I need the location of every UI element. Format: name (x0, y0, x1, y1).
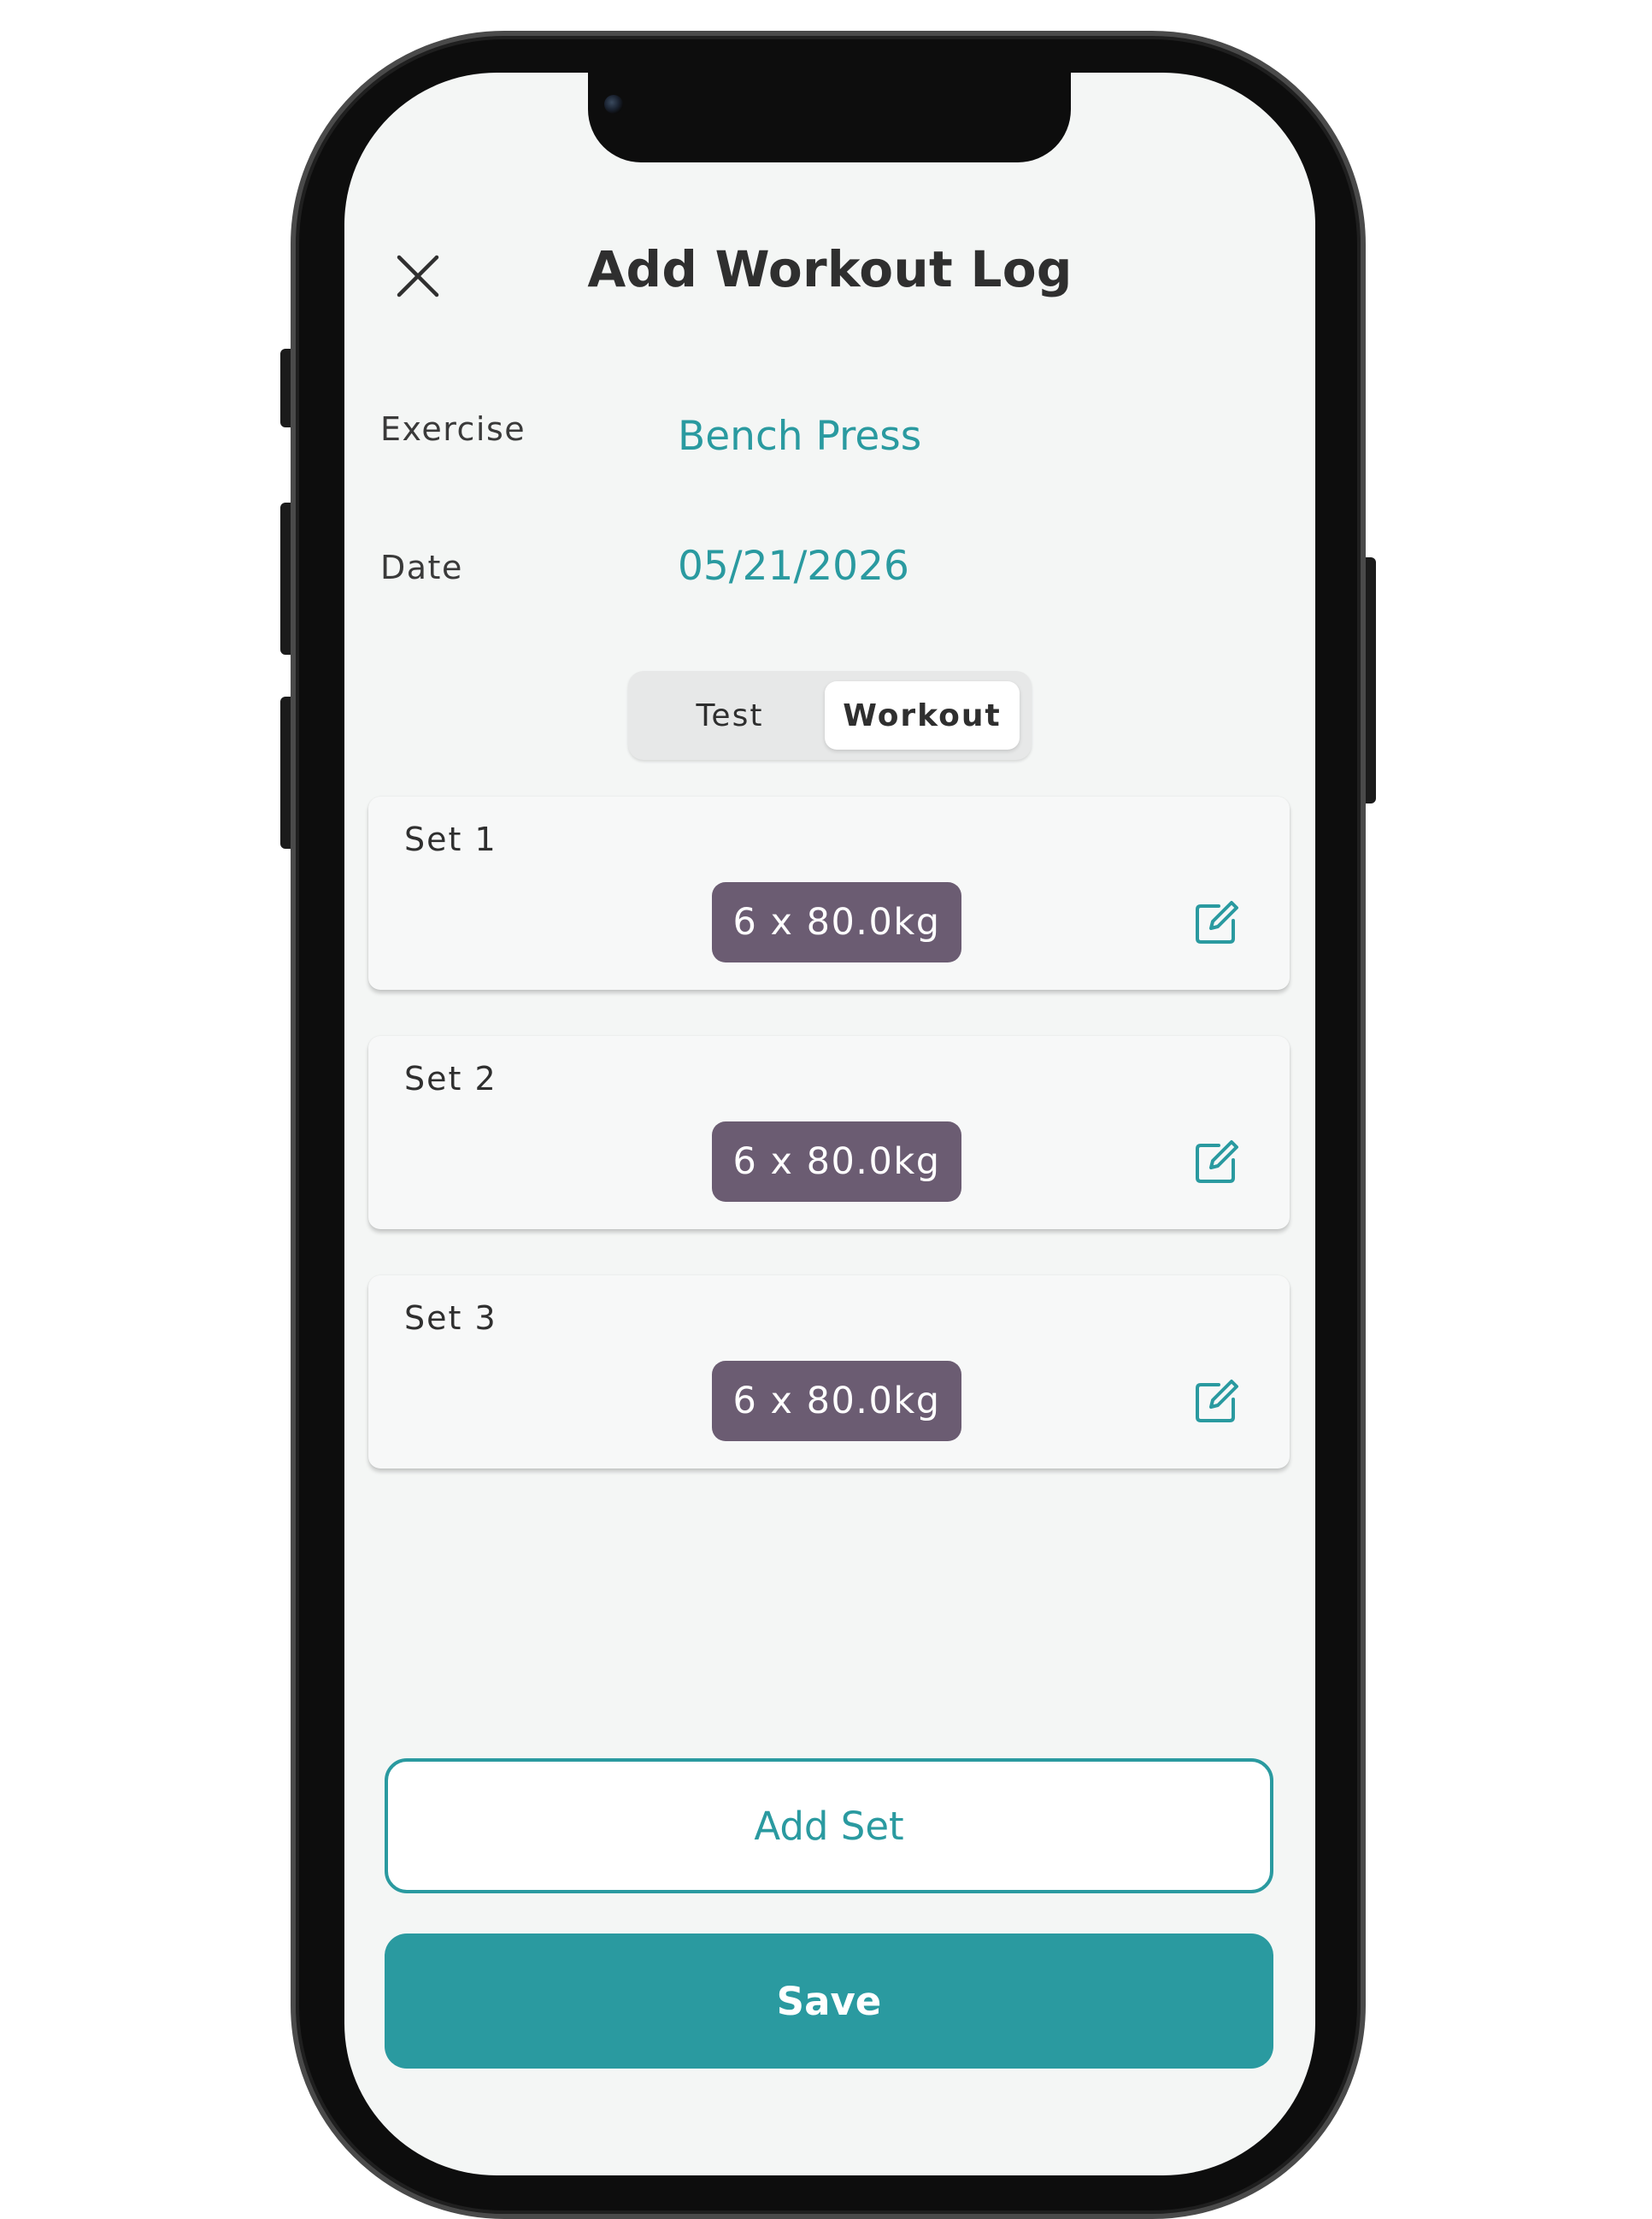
date-label: Date (380, 549, 463, 586)
phone-notch (588, 73, 1071, 162)
set-label: Set 1 (404, 821, 497, 858)
exercise-label: Exercise (380, 410, 526, 448)
save-button[interactable]: Save (385, 1934, 1273, 2069)
set-value-chip: 6 x 80.0kg (712, 1121, 961, 1202)
front-camera (604, 95, 623, 114)
set-card: Set 1 6 x 80.0kg (368, 797, 1290, 990)
set-label: Set 2 (404, 1060, 497, 1098)
edit-icon (1196, 1140, 1238, 1183)
set-label: Set 3 (404, 1299, 497, 1337)
exercise-value[interactable]: Bench Press (678, 413, 921, 460)
set-value-chip: 6 x 80.0kg (712, 1361, 961, 1441)
segment-test[interactable]: Test (635, 681, 825, 750)
app-screen: Add Workout Log Exercise Bench Press Dat… (344, 73, 1315, 2175)
edit-icon (1196, 1380, 1238, 1422)
mode-segmented-control: Test Workout (628, 671, 1032, 760)
page-title: Add Workout Log (587, 240, 1073, 298)
add-set-button[interactable]: Add Set (385, 1758, 1273, 1893)
segment-workout[interactable]: Workout (825, 681, 1020, 750)
edit-set-button[interactable] (1190, 1135, 1243, 1188)
date-value[interactable]: 05/21/2026 (678, 543, 909, 590)
set-card: Set 2 6 x 80.0kg (368, 1036, 1290, 1229)
edit-set-button[interactable] (1190, 1374, 1243, 1427)
edit-set-button[interactable] (1190, 896, 1243, 949)
set-value-chip: 6 x 80.0kg (712, 882, 961, 962)
edit-icon (1196, 901, 1238, 944)
set-card: Set 3 6 x 80.0kg (368, 1275, 1290, 1469)
